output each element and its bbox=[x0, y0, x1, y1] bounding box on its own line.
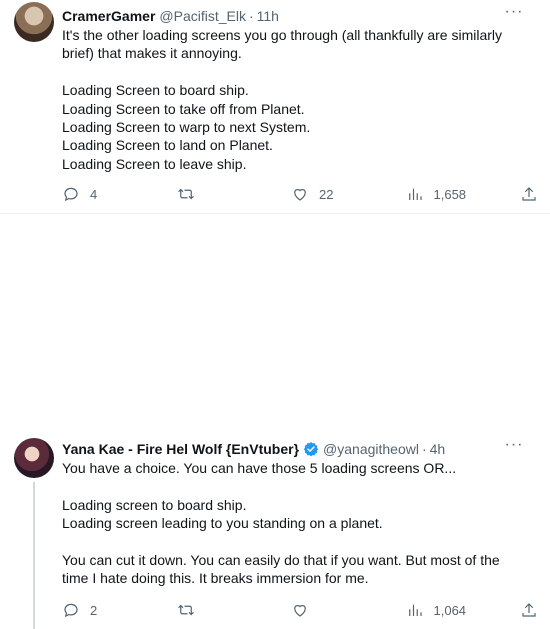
verified-badge-icon[interactable] bbox=[303, 441, 319, 457]
tweet-text: You have a choice. You can have those 5 … bbox=[62, 460, 500, 587]
action-bar: 2 1,064 bbox=[62, 600, 538, 620]
views-icon bbox=[408, 604, 422, 616]
heart-icon bbox=[294, 604, 306, 617]
tweet-header: CramerGamer @Pacifist_Elk · 11h bbox=[62, 6, 538, 26]
retweet-icon bbox=[177, 188, 194, 200]
reply-count: 4 bbox=[90, 186, 98, 202]
action-bar: 4 22 1,658 bbox=[62, 184, 538, 204]
tweet-content: Yana Kae - Fire Hel Wolf {EnVtuber} @yan… bbox=[62, 437, 538, 588]
views-icon bbox=[408, 188, 422, 200]
like-button[interactable] bbox=[291, 601, 377, 619]
views-button[interactable]: 1,064 bbox=[406, 601, 492, 619]
reply-icon bbox=[64, 187, 78, 202]
tweet[interactable]: CramerGamer @Pacifist_Elk · 11h ··· It's… bbox=[0, 0, 550, 214]
retweet-button[interactable] bbox=[177, 185, 263, 203]
thread-line bbox=[33, 482, 35, 629]
reply-button[interactable]: 4 bbox=[62, 185, 148, 203]
author-handle[interactable]: @Pacifist_Elk bbox=[159, 6, 246, 26]
avatar[interactable] bbox=[14, 438, 54, 478]
more-options-icon[interactable]: ··· bbox=[504, 4, 524, 26]
timestamp[interactable]: 11h bbox=[257, 6, 279, 26]
author-handle[interactable]: @yanagitheowl bbox=[323, 439, 419, 459]
share-icon bbox=[522, 187, 536, 201]
retweet-icon bbox=[177, 604, 194, 616]
share-button[interactable] bbox=[520, 601, 538, 619]
views-button[interactable]: 1,658 bbox=[406, 185, 492, 203]
avatar[interactable] bbox=[14, 2, 54, 42]
reply-count: 2 bbox=[90, 602, 98, 618]
heart-icon bbox=[294, 188, 306, 201]
dot-separator: · bbox=[248, 8, 254, 24]
more-options-icon[interactable]: ··· bbox=[504, 437, 524, 459]
tweet-header: Yana Kae - Fire Hel Wolf {EnVtuber} @yan… bbox=[62, 439, 538, 459]
share-icon bbox=[522, 603, 536, 617]
reply-button[interactable]: 2 bbox=[62, 601, 148, 619]
tweet[interactable]: Yana Kae - Fire Hel Wolf {EnVtuber} @yan… bbox=[0, 214, 550, 629]
author-name[interactable]: Yana Kae - Fire Hel Wolf {EnVtuber} bbox=[62, 439, 299, 459]
retweet-button[interactable] bbox=[177, 601, 263, 619]
tweet-text: It's the other loading screens you go th… bbox=[62, 27, 503, 172]
share-button[interactable] bbox=[520, 185, 538, 203]
like-button[interactable]: 22 bbox=[291, 185, 377, 203]
tweet-content: CramerGamer @Pacifist_Elk · 11h ··· It's… bbox=[62, 4, 538, 173]
like-count: 22 bbox=[319, 186, 334, 202]
author-name[interactable]: CramerGamer bbox=[62, 6, 155, 26]
dot-separator: · bbox=[421, 441, 427, 457]
reply-icon bbox=[64, 603, 78, 618]
timestamp[interactable]: 4h bbox=[430, 439, 446, 459]
views-count: 1,064 bbox=[433, 602, 467, 618]
views-count: 1,658 bbox=[433, 186, 467, 202]
